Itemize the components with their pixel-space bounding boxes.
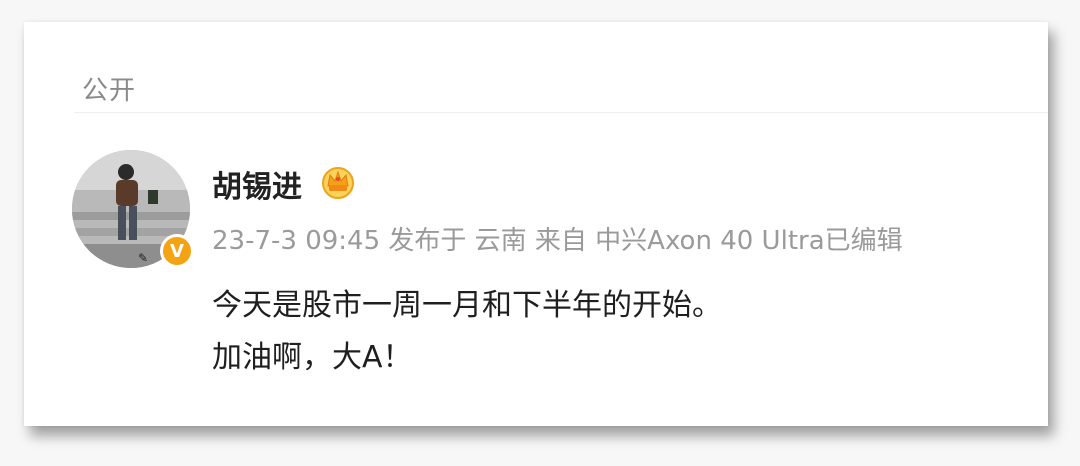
edited-label[interactable]: 已编辑 xyxy=(825,226,903,256)
post-content: 今天是股市一周一月和下半年的开始。 加油啊，大A！ xyxy=(212,280,722,384)
post-location: 发布于 云南 xyxy=(388,226,535,256)
verified-v-icon: V xyxy=(160,234,194,268)
post-timestamp[interactable]: 23-7-3 09:45 xyxy=(212,226,388,256)
post-meta: 23-7-3 09:45 发布于 云南 来自 中兴Axon 40 Ultra已编… xyxy=(212,220,903,257)
divider xyxy=(74,112,1048,113)
svg-text:✎: ✎ xyxy=(138,251,148,265)
post-source[interactable]: 来自 中兴Axon 40 Ultra xyxy=(535,226,825,256)
post-text-line: 今天是股市一周一月和下半年的开始。 xyxy=(212,288,722,323)
crown-member-icon[interactable] xyxy=(320,164,356,200)
post-text-line: 加油啊，大A！ xyxy=(212,340,413,375)
post-card: 公开 ✎ V 胡锡进 23-7-3 09:45 发布于 云南 来自 中兴Axon… xyxy=(24,22,1048,426)
author-name[interactable]: 胡锡进 xyxy=(212,162,302,206)
visibility-label[interactable]: 公开 xyxy=(82,70,136,107)
